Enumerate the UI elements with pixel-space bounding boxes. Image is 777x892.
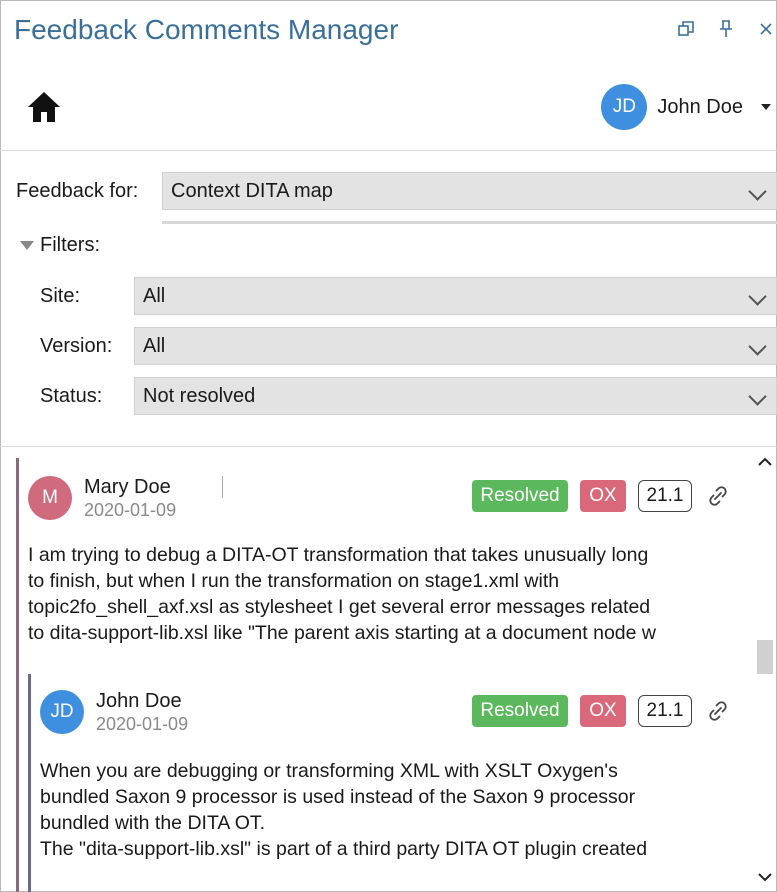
- pin-icon[interactable]: [715, 18, 737, 40]
- comment-author: John Doe: [96, 690, 182, 712]
- version-value: All: [143, 334, 166, 357]
- comment-badges: Resolved OX 21.1: [472, 480, 732, 512]
- link-icon[interactable]: [704, 697, 732, 725]
- site-value: All: [143, 284, 166, 307]
- chevron-down-icon: [748, 387, 767, 406]
- site-select[interactable]: All: [134, 277, 777, 315]
- divider: [0, 446, 777, 447]
- comment-line: The "dita-support-lib.xsl" is part of a …: [40, 838, 648, 860]
- reply-header: JD John Doe 2020-01-09: [40, 690, 188, 736]
- comment-date: 2020-01-09: [84, 500, 177, 520]
- status-select[interactable]: Not resolved: [134, 377, 777, 415]
- comment-date: 2020-01-09: [96, 714, 189, 734]
- filters-toggle[interactable]: Filters:: [20, 234, 100, 257]
- status-value: Not resolved: [143, 384, 256, 407]
- chevron-down-icon: [748, 287, 767, 306]
- triangle-down-icon: [20, 241, 34, 250]
- reply-badges: Resolved OX 21.1: [472, 695, 732, 727]
- scroll-down-icon[interactable]: [756, 870, 774, 884]
- feedback-for-label: Feedback for:: [16, 180, 139, 202]
- comment-line: When you are debugging or transforming X…: [40, 760, 618, 782]
- chevron-down-icon: [748, 337, 767, 356]
- version-badge: 21.1: [638, 480, 692, 512]
- status-badge[interactable]: Resolved: [472, 695, 568, 727]
- window-controls: [675, 18, 777, 40]
- avatar: JD: [601, 84, 648, 130]
- divider: [222, 476, 223, 498]
- status-label: Status:: [40, 385, 103, 407]
- user-menu[interactable]: JD John Doe: [601, 84, 771, 130]
- comment-body: I am trying to debug a DITA-OT transform…: [28, 542, 748, 646]
- comment-header: M Mary Doe 2020-01-09: [28, 476, 176, 522]
- link-icon[interactable]: [704, 482, 732, 510]
- comment-line: to finish, but when I run the transforma…: [28, 570, 560, 592]
- panel-title: Feedback Comments Manager: [14, 14, 399, 45]
- user-name: John Doe: [657, 95, 743, 118]
- scrollbar-thumb[interactable]: [757, 640, 773, 674]
- reply-body: When you are debugging or transforming X…: [40, 758, 748, 862]
- comment-line: I am trying to debug a DITA-OT transform…: [28, 544, 649, 566]
- reply-thread-bar: [28, 674, 31, 892]
- filters-label: Filters:: [40, 234, 100, 256]
- thread-bar: [16, 458, 19, 892]
- chevron-down-icon[interactable]: [761, 104, 771, 110]
- comment-author: Mary Doe: [84, 476, 171, 498]
- product-badge: OX: [580, 480, 626, 512]
- status-badge[interactable]: Resolved: [472, 480, 568, 512]
- avatar: M: [28, 476, 72, 520]
- avatar: JD: [40, 690, 84, 734]
- comment-line: bundled Saxon 9 processor is used instea…: [40, 786, 636, 808]
- home-icon[interactable]: [26, 90, 62, 124]
- feedback-for-select[interactable]: Context DITA map: [162, 172, 777, 210]
- close-icon[interactable]: [755, 18, 777, 40]
- product-badge: OX: [580, 695, 626, 727]
- restore-icon[interactable]: [675, 18, 697, 40]
- site-label: Site:: [40, 285, 81, 307]
- feedback-for-value: Context DITA map: [171, 179, 333, 202]
- comment-line: topic2fo_shell_axf.xsl as stylesheet I g…: [28, 596, 651, 618]
- divider: [0, 150, 777, 151]
- version-label: Version:: [40, 335, 113, 357]
- chevron-down-icon: [748, 182, 767, 201]
- scroll-up-icon[interactable]: [756, 455, 774, 469]
- comment-line: to dita-support-lib.xsl like "The parent…: [28, 622, 656, 644]
- divider: [162, 221, 777, 224]
- comment-line: bundled with the DITA OT.: [40, 812, 266, 834]
- version-select[interactable]: All: [134, 327, 777, 365]
- version-badge: 21.1: [638, 695, 692, 727]
